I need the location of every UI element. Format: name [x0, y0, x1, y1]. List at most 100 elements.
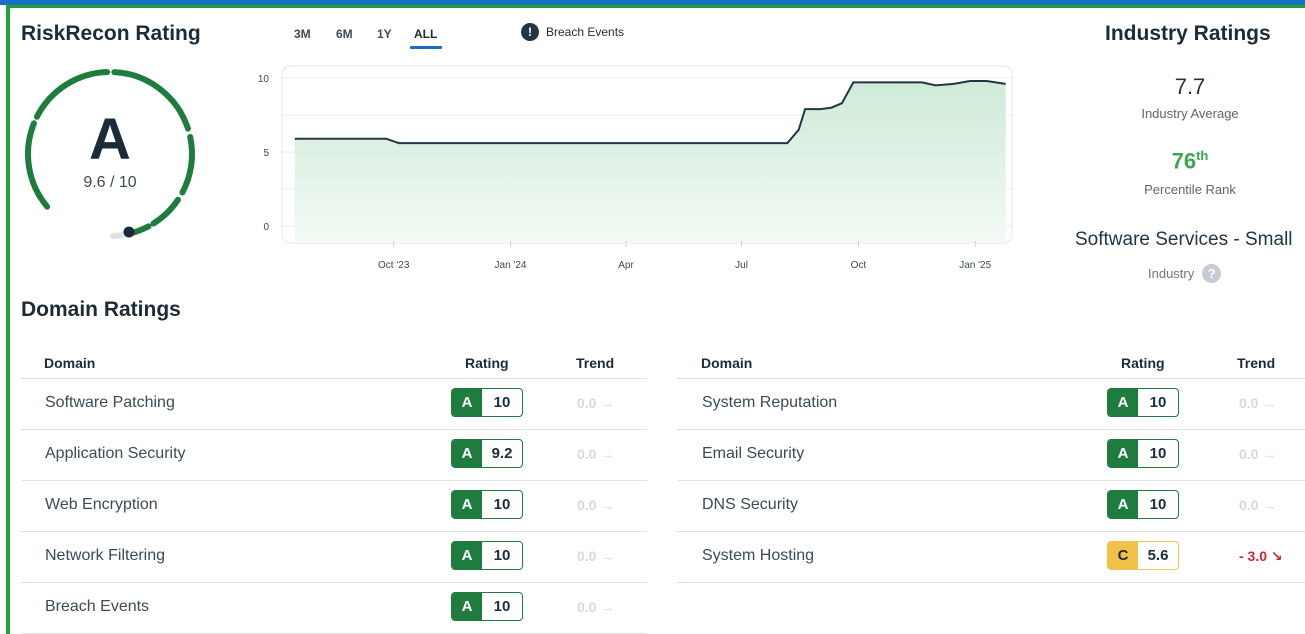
domain-column-header[interactable]: Domain — [701, 355, 752, 371]
focus-frame-left — [6, 5, 10, 634]
domain-ratings-title: Domain Ratings — [21, 298, 181, 321]
trend-value: 0.0 → — [577, 446, 615, 462]
rating-score: 9.6 / 10 — [83, 174, 137, 191]
trend-value: 0.0 → — [577, 395, 615, 411]
table-row[interactable]: Network Filtering A 10 0.0 → — [21, 532, 647, 583]
industry-average-value: 7.7 — [1174, 74, 1206, 99]
x-tick-label: Jan '25 — [959, 260, 991, 271]
table-row[interactable]: System Reputation A 10 0.0 → — [677, 379, 1305, 430]
domain-name[interactable]: Software Patching — [45, 394, 175, 412]
table-header: Domain Rating Trend — [21, 350, 647, 379]
rating-value: 10 — [1138, 440, 1178, 467]
rating-value: 10 — [1138, 389, 1178, 416]
range-tab-all[interactable]: ALL — [414, 27, 437, 41]
trend-value: 0.0 → — [577, 548, 615, 564]
trend-value: - 3.0 ↘ — [1239, 548, 1283, 564]
grade-letter: A — [452, 440, 482, 467]
breach-events-label: Breach Events — [546, 25, 625, 39]
trend-column-header[interactable]: Trend — [1237, 355, 1275, 371]
percentile-rank-suffix: th — [1196, 148, 1209, 163]
x-tick-label: Oct — [851, 260, 867, 271]
rating-value: 10 — [482, 593, 522, 620]
rating-badge: A 9.2 — [451, 439, 523, 468]
domain-name[interactable]: DNS Security — [702, 496, 798, 514]
trend-value: 0.0 → — [1239, 497, 1277, 513]
table-row[interactable]: Email Security A 10 0.0 → — [677, 430, 1305, 481]
domain-name[interactable]: System Hosting — [702, 547, 814, 565]
rating-badge: A 10 — [1107, 490, 1179, 519]
grade-letter: A — [452, 593, 482, 620]
focus-frame-top — [6, 5, 1305, 8]
trend-column-header[interactable]: Trend — [576, 355, 614, 371]
table-row[interactable]: Breach Events A 10 0.0 → — [21, 583, 647, 634]
trend-value: 0.0 → — [1239, 395, 1277, 411]
industry-average-label: Industry Average — [1141, 106, 1239, 121]
rating-column-header[interactable]: Rating — [465, 355, 509, 371]
selected-tab-indicator — [410, 46, 442, 49]
industry-label-row: Industry ? — [1148, 264, 1222, 283]
table-row[interactable]: DNS Security A 10 0.0 → — [677, 481, 1305, 532]
table-row[interactable]: Web Encryption A 10 0.0 → — [21, 481, 647, 532]
x-tick-label: Jul — [735, 260, 748, 271]
y-tick-label: 5 — [263, 148, 269, 159]
rating-value: 10 — [482, 389, 522, 416]
industry-title: Industry Ratings — [1105, 22, 1271, 45]
x-tick-label: Apr — [618, 260, 634, 271]
y-tick-label: 10 — [258, 74, 270, 85]
trend-value: 0.0 → — [577, 497, 615, 513]
industry-name: Software Services - Small — [1075, 229, 1293, 250]
rating-column-header[interactable]: Rating — [1121, 355, 1165, 371]
domain-name[interactable]: Application Security — [45, 445, 186, 463]
range-tab-3m[interactable]: 3M — [294, 27, 311, 41]
domain-name[interactable]: System Reputation — [702, 394, 837, 412]
rating-badge: A 10 — [451, 592, 523, 621]
trend-value: 0.0 → — [577, 599, 615, 615]
domain-name[interactable]: Breach Events — [45, 598, 149, 616]
gauge-segment — [150, 196, 181, 227]
percentile-rank-number: 76 — [1171, 148, 1197, 174]
domain-table-left: Domain Rating Trend Software Patching A 10… — [21, 350, 647, 634]
y-tick-label: 0 — [263, 222, 269, 233]
grade-letter: A — [452, 542, 482, 569]
rating-value: 10 — [482, 542, 522, 569]
x-tick-label: Oct '23 — [378, 260, 410, 271]
rating-grade: A — [89, 107, 131, 172]
trend-value: 0.0 → — [1239, 446, 1277, 462]
domain-column-header[interactable]: Domain — [44, 355, 95, 371]
domain-name[interactable]: Network Filtering — [45, 547, 165, 565]
grade-letter: C — [1108, 542, 1138, 569]
domain-name[interactable]: Web Encryption — [45, 496, 158, 514]
rating-badge: A 10 — [451, 388, 523, 417]
grade-letter: A — [452, 389, 482, 416]
table-row[interactable]: Software Patching A 10 0.0 → — [21, 379, 647, 430]
table-header: Domain Rating Trend — [677, 350, 1305, 379]
grade-letter: A — [1108, 389, 1138, 416]
range-tab-6m[interactable]: 6M — [336, 27, 353, 41]
grade-letter: A — [1108, 440, 1138, 467]
rating-history-chart: Oct '23 Jan '24 Apr Jul Oct Jan '25 0 5 10 — [258, 65, 1013, 271]
rating-title: RiskRecon Rating — [21, 22, 201, 45]
rating-value: 5.6 — [1138, 542, 1178, 569]
question-icon[interactable]: ? — [1202, 264, 1222, 283]
rating-badge: A 10 — [451, 541, 523, 570]
x-tick-label: Jan '24 — [495, 260, 527, 271]
breach-events-toggle[interactable]: ! Breach Events — [521, 23, 624, 41]
grade-letter: A — [452, 491, 482, 518]
industry-label: Industry — [1148, 266, 1195, 281]
percentile-rank-value: 76th — [1090, 148, 1290, 174]
exclamation-icon: ! — [521, 23, 539, 41]
gauge-marker — [123, 226, 135, 238]
range-tab-1y[interactable]: 1Y — [377, 27, 392, 41]
rating-area — [294, 81, 1006, 243]
table-row[interactable]: System Hosting C 5.6 - 3.0 ↘ — [677, 532, 1305, 583]
percentile-rank-label: Percentile Rank — [1144, 182, 1236, 197]
grade-letter: A — [1108, 491, 1138, 518]
domain-table-right: Domain Rating Trend System Reputation A 10… — [677, 350, 1305, 583]
rating-badge: A 10 — [1107, 439, 1179, 468]
rating-badge: A 10 — [1107, 388, 1179, 417]
rating-badge: A 10 — [451, 490, 523, 519]
rating-badge: C 5.6 — [1107, 541, 1179, 570]
rating-value: 10 — [482, 491, 522, 518]
domain-name[interactable]: Email Security — [702, 445, 804, 463]
table-row[interactable]: Application Security A 9.2 0.0 → — [21, 430, 647, 481]
